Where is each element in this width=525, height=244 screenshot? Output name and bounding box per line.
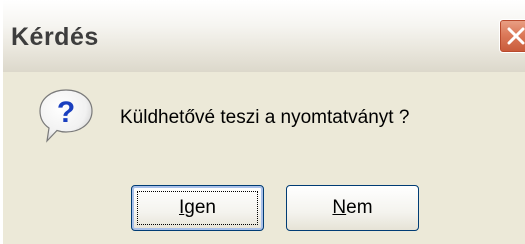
close-icon: [507, 27, 525, 45]
no-button[interactable]: Nem: [286, 185, 419, 231]
dialog-body: ? Küldhetővé teszi a nyomtatványt ? Igen…: [3, 72, 525, 244]
title-bar[interactable]: Kérdés: [3, 0, 525, 72]
close-button[interactable]: [499, 19, 525, 53]
no-button-label: Nem: [332, 197, 373, 218]
yes-button[interactable]: Igen: [131, 185, 264, 231]
focus-rectangle: [137, 191, 258, 225]
question-dialog: Kérdés ? Küldhetővé teszi a nyomtatványt…: [0, 0, 525, 244]
question-icon: ?: [39, 89, 93, 143]
svg-text:?: ?: [57, 96, 75, 129]
dialog-message: Küldhetővé teszi a nyomtatványt ?: [120, 107, 410, 128]
window-title: Kérdés: [11, 23, 99, 51]
